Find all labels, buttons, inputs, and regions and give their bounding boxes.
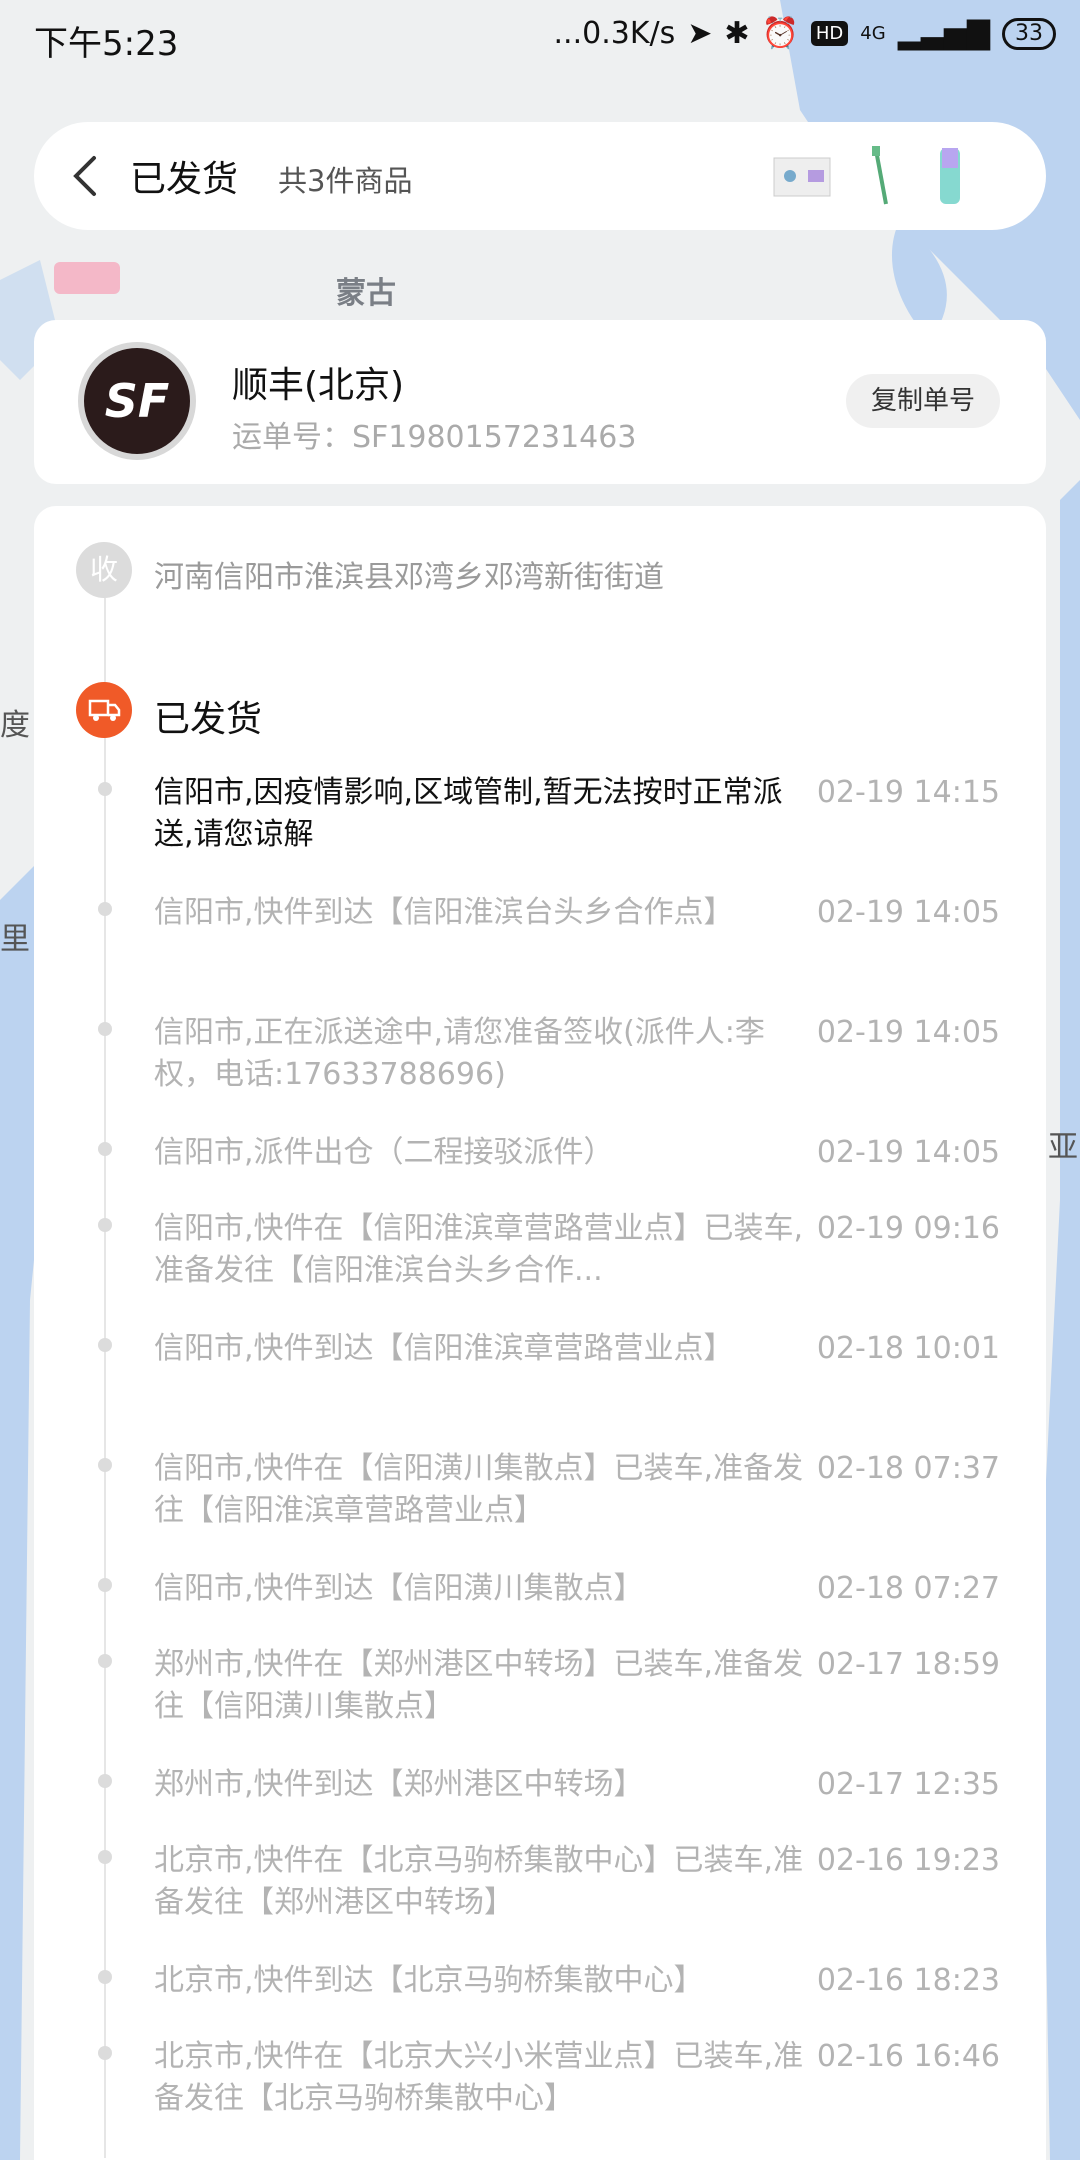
location-icon: ➤ <box>687 16 713 51</box>
event-time: 02-16 16:46 <box>816 2039 1000 2074</box>
timeline-dot <box>98 782 112 796</box>
timeline-dot <box>98 1142 112 1156</box>
page-title: 已发货 <box>130 159 239 200</box>
bluetooth-icon: ✱ <box>724 16 750 51</box>
event-time: 02-18 07:37 <box>816 1451 1000 1486</box>
status-time: 下午5:23 <box>34 24 179 64</box>
status-right: ...0.3K/s ➤ ✱ ⏰ HD 4G ▂▃▅▇ 33 <box>554 16 1056 51</box>
timeline-dot <box>98 902 112 916</box>
tracking-timeline: 收 河南信阳市淮滨县邓湾乡邓湾新街街道 已发货 信阳市,因疫情影响,区域管制,暂… <box>34 506 1046 2160</box>
event-text: 郑州市,快件到达【郑州港区中转场】 <box>154 1767 644 1802</box>
event-text: 信阳市,快件到达【信阳潢川集散点】 <box>154 1571 644 1606</box>
hd-icon: HD <box>810 21 849 46</box>
product-thumbnail-3[interactable] <box>930 144 970 208</box>
event-text: 信阳市,快件在【信阳淮滨章营路营业点】已装车,准备发往【信阳淮滨台头乡合作... <box>154 1211 804 1288</box>
event-text: 北京市,快件在【北京大兴小米营业点】已装车,准备发往【北京马驹桥集散中心】 <box>154 2039 804 2116</box>
event-text: 北京市,快件到达【北京马驹桥集散中心】 <box>154 1963 704 1998</box>
event-text: 信阳市,快件到达【信阳淮滨台头乡合作点】 <box>154 895 734 930</box>
product-thumbnail-1[interactable] <box>770 144 834 208</box>
timeline-dot <box>98 1578 112 1592</box>
event-text: 北京市,快件在【北京马驹桥集散中心】已装车,准备发往【郑州港区中转场】 <box>154 1843 804 1920</box>
timeline-dot <box>98 1458 112 1472</box>
status-bar: 下午5:23 ...0.3K/s ➤ ✱ ⏰ HD 4G ▂▃▅▇ 33 <box>0 0 1080 76</box>
event-time: 02-16 18:23 <box>816 1963 1000 1998</box>
timeline-dot <box>98 1338 112 1352</box>
network-speed: ...0.3K/s <box>553 16 676 51</box>
event-text: 信阳市,正在派送途中,请您准备签收(派件人:李权，电话:17633788696) <box>154 1015 765 1092</box>
timeline-dot <box>98 1022 112 1036</box>
event-text: 信阳市,快件到达【信阳淮滨章营路营业点】 <box>154 1331 734 1366</box>
item-count[interactable]: 共3件商品 <box>278 158 412 200</box>
order-header: 已发货 共3件商品 <box>34 122 1046 230</box>
event-text: 信阳市,快件在【信阳潢川集散点】已装车,准备发往【信阳淮滨章营路营业点】 <box>154 1451 804 1528</box>
event-text: 信阳市,因疫情影响,区域管制,暂无法按时正常派送,请您谅解 <box>154 775 783 852</box>
timeline-line <box>104 598 106 2158</box>
event-time: 02-17 18:59 <box>816 1647 1000 1682</box>
event-text: 信阳市,派件出仓（二程接驳派件） <box>154 1135 614 1170</box>
event-time: 02-16 19:23 <box>816 1843 1000 1878</box>
event-text: 郑州市,快件在【郑州港区中转场】已装车,准备发往【信阳潢川集散点】 <box>154 1647 804 1724</box>
back-icon[interactable] <box>60 150 112 202</box>
sf-logo-text: SF <box>104 374 170 428</box>
timeline-dot <box>98 1850 112 1864</box>
event-time: 02-19 14:05 <box>816 1135 1000 1170</box>
copy-waybill-button[interactable]: 复制单号 <box>846 374 1000 428</box>
product-thumbnail-2[interactable] <box>862 144 902 208</box>
timeline-dot <box>98 1774 112 1788</box>
receive-address: 河南信阳市淮滨县邓湾乡邓湾新街街道 <box>154 560 664 595</box>
event-time: 02-19 14:05 <box>816 895 1000 930</box>
event-time: 02-19 09:16 <box>816 1211 1000 1246</box>
map-label-mongolia: 蒙古 <box>336 276 396 311</box>
event-time: 02-17 12:35 <box>816 1767 1000 1802</box>
map-label-asia: 亚 <box>1048 1130 1078 1165</box>
courier-name: 顺丰(北京) <box>232 365 405 406</box>
net-type: 4G <box>860 23 886 44</box>
receive-badge: 收 <box>76 542 132 598</box>
event-time: 02-18 10:01 <box>816 1331 1000 1366</box>
map-label-li: 里 <box>0 922 30 957</box>
event-time: 02-19 14:15 <box>816 775 1000 810</box>
map-label-india: 度 <box>0 708 30 743</box>
alarm-icon: ⏰ <box>761 16 799 51</box>
battery-icon: 33 <box>1002 17 1056 50</box>
event-time: 02-18 07:27 <box>816 1571 1000 1606</box>
shipped-status-title: 已发货 <box>154 699 263 740</box>
timeline-dot <box>98 1654 112 1668</box>
courier-card: SF 顺丰(北京) 运单号：SF1980157231463 复制单号 <box>34 320 1046 484</box>
truck-icon <box>76 682 132 738</box>
waybill-number: 运单号：SF1980157231463 <box>232 420 637 455</box>
timeline-dot <box>98 1970 112 1984</box>
event-time: 02-19 14:05 <box>816 1015 1000 1050</box>
timeline-dot <box>98 2046 112 2060</box>
sf-logo: SF <box>78 342 196 460</box>
timeline-dot <box>98 1218 112 1232</box>
signal-icon: ▂▃▅▇ <box>897 16 990 51</box>
